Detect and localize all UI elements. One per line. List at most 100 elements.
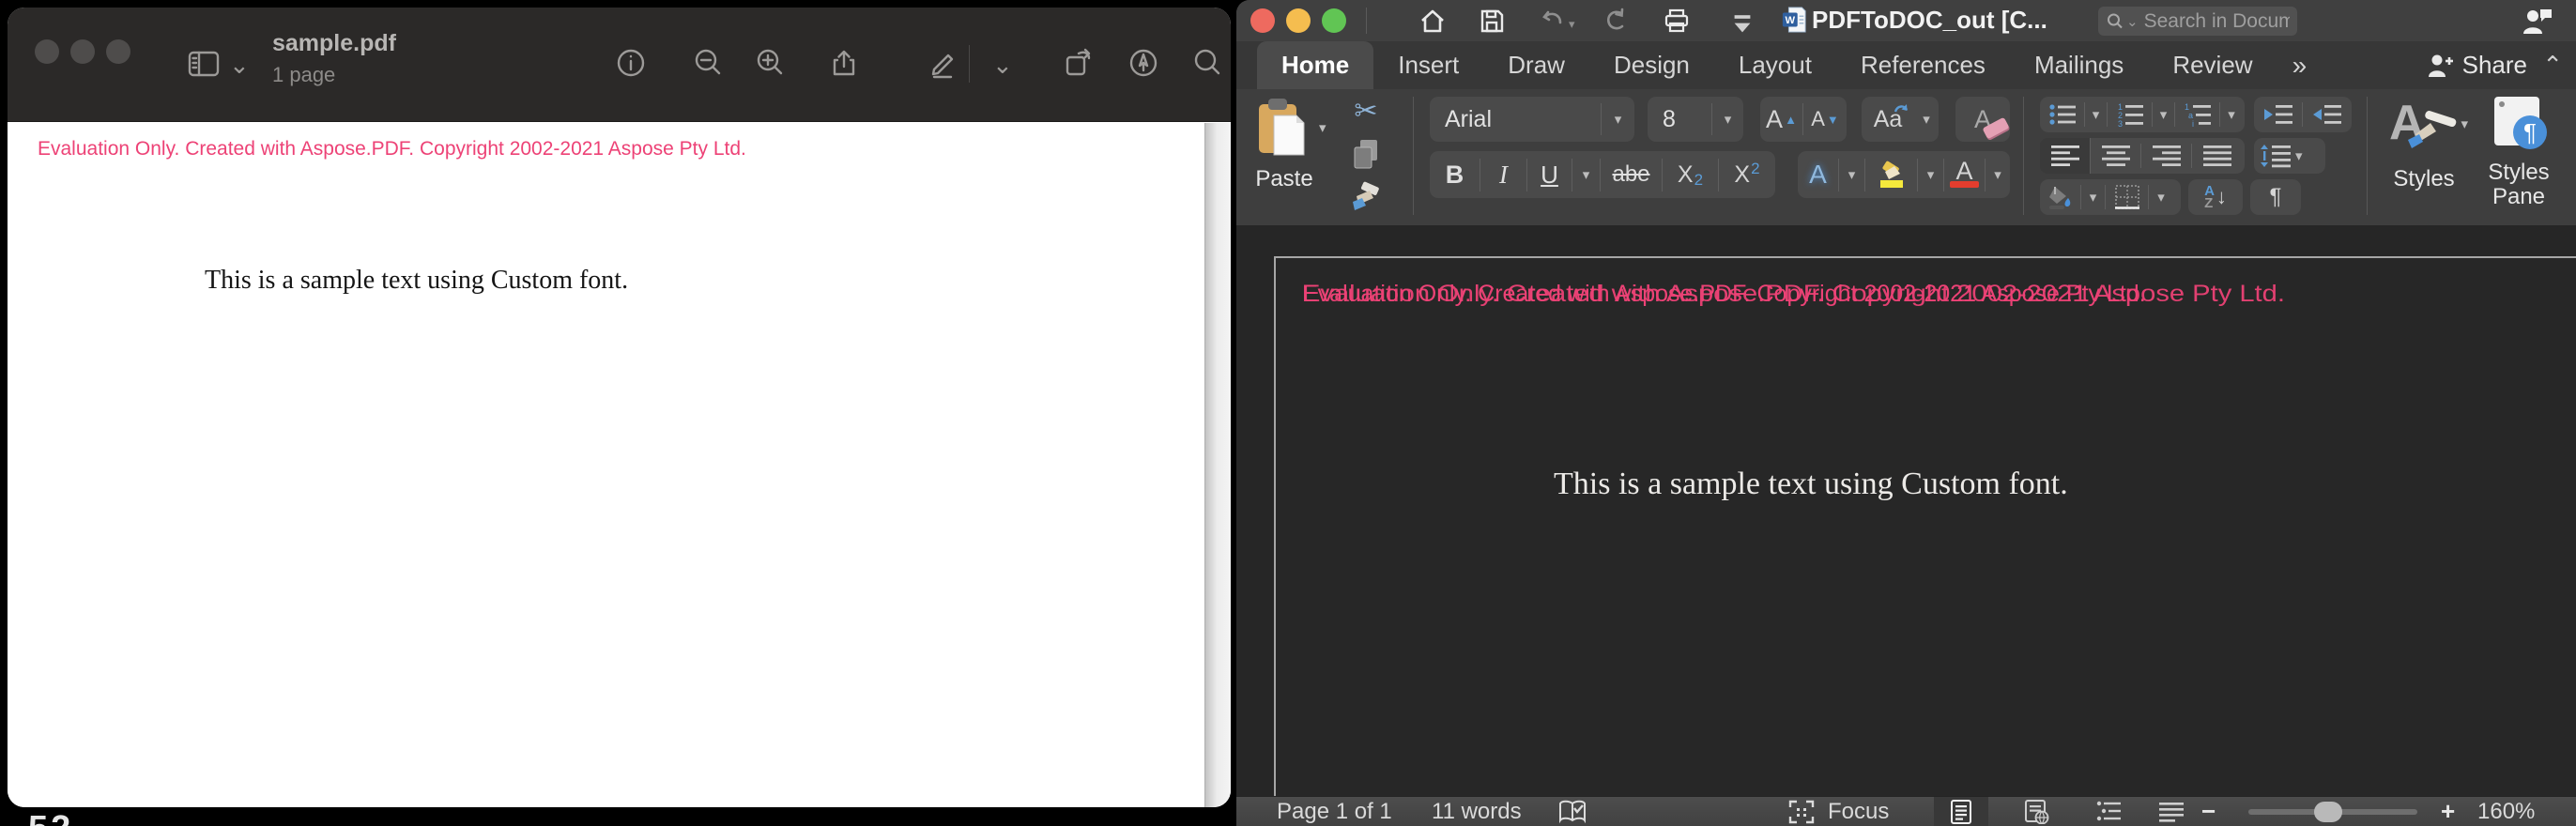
text-effects-dropdown-icon[interactable]: ▾ [1839,159,1865,191]
bold-button[interactable]: B [1430,159,1480,191]
shrink-font-button[interactable]: A▼ [1803,103,1847,135]
print-icon[interactable] [1664,8,1690,34]
font-color-dropdown-icon[interactable]: ▾ [1986,159,2010,191]
change-case-button[interactable]: Aa ▾ [1862,97,1939,142]
share-button[interactable]: Share [2427,41,2527,89]
styles-pane-button[interactable]: ¶ [2489,95,2551,155]
spellcheck-icon[interactable] [1558,800,1587,824]
close-button[interactable] [1250,8,1275,33]
zoom-level[interactable]: 160% [2477,799,2535,825]
markup-chevron-icon[interactable]: ⌄ [992,53,1013,77]
collapse-ribbon-icon[interactable]: ⌃ [2542,51,2563,80]
align-left-button[interactable] [2040,138,2091,174]
fill-sign-icon[interactable] [1126,45,1161,81]
zoom-window-button[interactable] [106,39,130,64]
search-field[interactable]: ⌄ [2098,7,2297,36]
tab-references[interactable]: References [1836,41,2010,89]
font-name-dropdown-icon[interactable]: ▾ [1601,103,1634,135]
paste-button[interactable] [1255,97,1310,157]
account-presence-icon[interactable] [2521,6,2553,36]
undo-dropdown-icon[interactable]: ▾ [1569,17,1575,32]
word-count[interactable]: 11 words [1432,799,1522,825]
copy-button[interactable] [1351,138,1381,175]
grow-font-button[interactable]: A▲ [1760,103,1803,135]
preview-scrollbar-track[interactable] [1204,123,1231,807]
font-color-button[interactable]: A [1944,159,1986,191]
align-right-button[interactable] [2141,144,2192,169]
close-button[interactable] [35,39,59,64]
redo-icon[interactable] [1602,8,1629,34]
change-case-dropdown-icon[interactable]: ▾ [1914,111,1939,128]
font-size-select[interactable]: 8 ▾ [1648,97,1743,142]
search-input[interactable] [2144,10,2290,33]
show-paragraph-marks-button[interactable]: ¶ [2250,179,2301,215]
line-spacing-button[interactable]: ▾ [2254,138,2325,174]
styles-button[interactable]: A ▾ [2385,93,2468,157]
info-icon[interactable] [613,45,649,81]
home-quick-icon[interactable] [1419,8,1446,34]
sidebar-chevron-icon[interactable]: ⌄ [229,53,250,77]
font-size-dropdown-icon[interactable]: ▾ [1711,103,1743,135]
sidebar-toggle-icon[interactable] [186,45,222,81]
shading-button[interactable] [2040,185,2081,210]
zoom-out-icon[interactable] [690,45,726,81]
save-icon[interactable] [1479,8,1505,34]
underline-button[interactable]: U [1527,159,1572,191]
strikethrough-button[interactable]: abe [1601,159,1663,191]
align-center-button[interactable] [2091,144,2141,169]
word-document-canvas[interactable]: Evaluation Only. Created with Aspose.PDF… [1236,225,2576,796]
customize-toolbar-icon[interactable] [1729,11,1756,38]
zoom-out-button[interactable]: − [2201,797,2216,826]
tab-mailings[interactable]: Mailings [2010,41,2148,89]
cut-button[interactable]: ✂ [1345,95,1387,129]
print-layout-view-button[interactable] [1934,797,1988,826]
borders-dropdown-icon[interactable]: ▾ [2149,185,2173,210]
increase-indent-button[interactable] [2303,102,2352,128]
tab-insert[interactable]: Insert [1373,41,1483,89]
rotate-icon[interactable] [1060,45,1096,81]
underline-dropdown-icon[interactable]: ▾ [1572,159,1601,191]
minimize-button[interactable] [1286,8,1311,33]
shading-dropdown-icon[interactable]: ▾ [2081,185,2106,210]
web-layout-view-button[interactable] [2009,797,2063,826]
zoom-window-button[interactable] [1322,8,1346,33]
search-scope-chevron-icon[interactable]: ⌄ [2126,13,2139,30]
borders-button[interactable] [2106,185,2149,210]
tab-design[interactable]: Design [1589,41,1714,89]
minimize-button[interactable] [70,39,95,64]
paste-dropdown-icon[interactable]: ▾ [1319,119,1326,136]
numbering-button[interactable]: 123 [2108,102,2153,128]
zoom-in-button[interactable]: + [2441,797,2455,826]
numbering-dropdown-icon[interactable]: ▾ [2153,102,2175,128]
tab-review[interactable]: Review [2148,41,2277,89]
subscript-button[interactable]: X2 [1663,159,1719,191]
highlight-button[interactable] [1865,159,1918,191]
sort-button[interactable]: A Z ↓ [2188,179,2243,215]
superscript-button[interactable]: X2 [1719,159,1775,191]
multilevel-list-button[interactable]: 1ai [2175,102,2220,128]
decrease-indent-button[interactable] [2254,102,2303,128]
markup-icon[interactable] [925,45,960,81]
justify-button[interactable] [2192,144,2243,169]
highlight-dropdown-icon[interactable]: ▾ [1918,159,1944,191]
undo-icon[interactable] [1539,8,1565,34]
format-painter-button[interactable] [1349,179,1383,216]
tab-layout[interactable]: Layout [1714,41,1836,89]
tab-draw[interactable]: Draw [1483,41,1589,89]
zoom-slider-thumb[interactable] [2314,802,2342,822]
zoom-in-icon[interactable] [752,45,788,81]
bullets-dropdown-icon[interactable]: ▾ [2085,102,2108,128]
multilevel-dropdown-icon[interactable]: ▾ [2220,102,2243,128]
search-icon[interactable] [1189,45,1225,81]
word-document-page[interactable]: Evaluation Only. Created with Aspose.PDF… [1274,256,2576,796]
share-icon[interactable] [826,45,862,81]
italic-button[interactable]: I [1480,159,1527,191]
clear-formatting-button[interactable]: A [1955,97,2010,142]
page-indicator[interactable]: Page 1 of 1 [1277,799,1392,825]
tab-home[interactable]: Home [1257,41,1373,89]
tab-overflow-icon[interactable]: » [2277,41,2323,89]
bullets-button[interactable] [2040,102,2085,128]
draft-view-button[interactable] [2144,797,2199,826]
font-name-select[interactable]: Arial ▾ [1430,97,1634,142]
outline-view-button[interactable] [2082,797,2137,826]
